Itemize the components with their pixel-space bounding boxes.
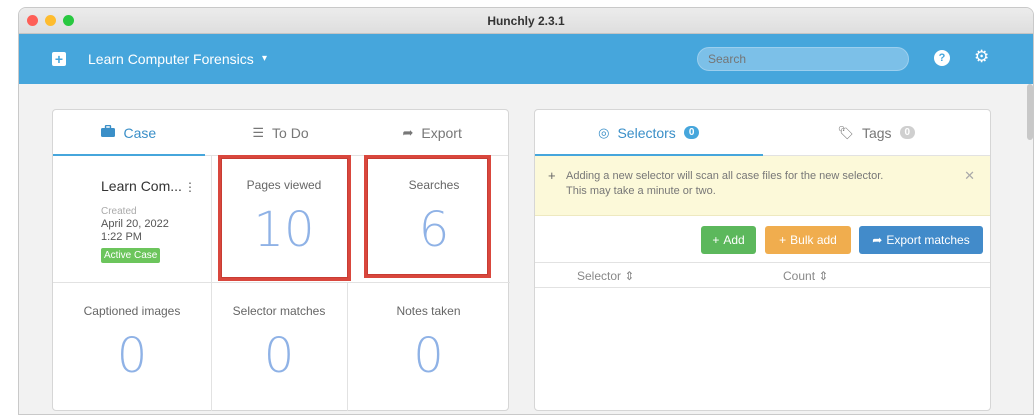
window-title: Hunchly 2.3.1 xyxy=(487,14,565,28)
tab-export[interactable]: ➦ Export xyxy=(356,110,508,155)
column-header-selector[interactable]: Selector ⇕ xyxy=(577,269,634,283)
new-case-plus-icon[interactable]: + xyxy=(52,52,66,66)
sort-icon: ⇕ xyxy=(818,269,829,283)
stat-captioned-images: Captioned images 0 xyxy=(53,282,211,411)
column-count-label: Count xyxy=(783,269,816,283)
case-title: Learn Com... xyxy=(101,178,182,194)
target-icon: ◎ xyxy=(598,124,610,140)
stat-notes-taken: Notes taken 0 xyxy=(347,282,510,411)
scrollbar-thumb[interactable] xyxy=(1027,84,1033,140)
highlight-box-searches xyxy=(364,155,491,278)
highlight-box-pages-viewed xyxy=(218,155,351,281)
briefcase-icon xyxy=(101,124,116,140)
scrollbar[interactable] xyxy=(1027,84,1033,274)
plus-icon: + xyxy=(779,233,787,247)
stat-label: Notes taken xyxy=(396,304,461,318)
add-selector-button[interactable]: + Add xyxy=(701,226,756,254)
help-icon[interactable]: ? xyxy=(934,50,950,66)
selectors-count-badge: 0 xyxy=(683,126,700,139)
stat-label: Selector matches xyxy=(232,304,326,318)
bulk-add-button[interactable]: + Bulk add xyxy=(765,226,851,254)
tab-case-label: Case xyxy=(123,124,157,141)
case-selector[interactable]: Learn Computer Forensics xyxy=(88,51,254,67)
export-matches-button[interactable]: ➦ Export matches xyxy=(859,226,983,254)
title-bar: Hunchly 2.3.1 xyxy=(19,8,1033,34)
stat-label: Captioned images xyxy=(83,304,181,318)
case-dashboard-panel: Case ☰ To Do ➦ Export Learn Com... ⋮ Cre… xyxy=(52,109,510,411)
column-header-count[interactable]: Count ⇕ xyxy=(783,269,828,283)
bulk-add-label: Bulk add xyxy=(790,233,837,247)
search-input[interactable] xyxy=(697,47,909,71)
add-label: Add xyxy=(723,233,745,247)
created-date: April 20, 2022 xyxy=(101,218,169,230)
info-notice: + Adding a new selector will scan all ca… xyxy=(535,156,990,216)
share-icon: ➦ xyxy=(872,233,883,247)
gear-icon[interactable]: ⚙ xyxy=(974,47,989,67)
case-tabs: Case ☰ To Do ➦ Export xyxy=(53,110,508,156)
case-info: Learn Com... ⋮ Created April 20, 2022 1:2… xyxy=(53,156,205,282)
stats-grid: Learn Com... ⋮ Created April 20, 2022 1:2… xyxy=(53,155,510,411)
divider xyxy=(211,156,212,282)
tab-selectors[interactable]: ◎ Selectors 0 xyxy=(535,110,763,156)
chevron-down-icon[interactable]: ▾ xyxy=(262,53,267,64)
selectors-panel: ◎ Selectors 0 🏷 Tags 0 + Adding a new se… xyxy=(534,109,991,411)
stat-selector-matches: Selector matches 0 xyxy=(211,282,347,411)
notice-text: Adding a new selector will scan all case… xyxy=(566,170,884,197)
tab-case[interactable]: Case xyxy=(53,110,205,156)
selectors-table-header: Selector ⇕ Count ⇕ xyxy=(535,262,990,288)
app-window: Hunchly 2.3.1 + Learn Computer Forensics… xyxy=(18,7,1034,415)
app-header: + Learn Computer Forensics ▾ ? ⚙ xyxy=(19,34,1033,84)
main-content: Case ☰ To Do ➦ Export Learn Com... ⋮ Cre… xyxy=(19,84,1033,414)
close-icon[interactable]: ✕ xyxy=(964,168,975,184)
stat-value: 0 xyxy=(116,328,148,384)
stat-value: 0 xyxy=(413,328,444,384)
created-time: 1:22 PM xyxy=(101,231,142,243)
tab-todo-label: To Do xyxy=(272,124,309,141)
stat-value: 0 xyxy=(263,328,295,384)
tab-tags[interactable]: 🏷 Tags 0 xyxy=(763,110,991,155)
tab-tags-label: Tags xyxy=(861,124,892,141)
more-options-icon[interactable]: ⋮ xyxy=(184,180,196,194)
tab-todo[interactable]: ☰ To Do xyxy=(205,110,357,155)
plus-icon: + xyxy=(548,168,556,183)
column-selector-label: Selector xyxy=(577,269,622,283)
export-matches-label: Export matches xyxy=(886,233,970,247)
sort-icon: ⇕ xyxy=(624,269,635,283)
share-icon: ➦ xyxy=(402,124,414,140)
selector-tabs: ◎ Selectors 0 🏷 Tags 0 xyxy=(535,110,990,156)
tags-count-badge: 0 xyxy=(899,126,916,139)
tab-export-label: Export xyxy=(421,124,462,141)
tab-selectors-label: Selectors xyxy=(617,124,676,141)
list-icon: ☰ xyxy=(252,124,265,140)
status-badge: Active Case xyxy=(101,248,161,263)
plus-icon: + xyxy=(712,233,720,247)
tag-icon: 🏷 xyxy=(837,124,854,140)
created-label: Created xyxy=(101,206,137,217)
